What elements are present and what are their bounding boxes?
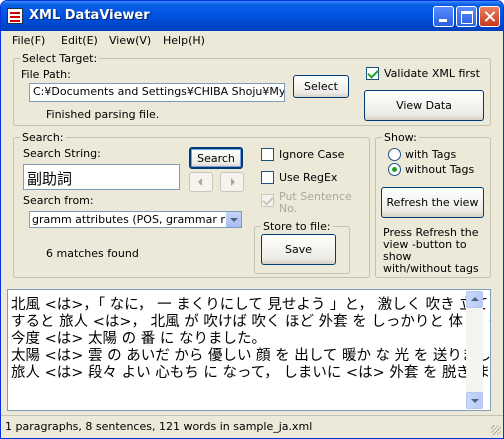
search-from-value: gramm attributes (POS, grammar note xyxy=(32,213,237,226)
arrow-right-icon xyxy=(231,178,235,186)
without-tags-radio[interactable] xyxy=(388,163,401,176)
search-button[interactable]: Search xyxy=(189,147,243,169)
arrow-left-icon xyxy=(198,178,202,186)
maximize-button[interactable] xyxy=(456,6,477,27)
minimize-button[interactable] xyxy=(433,6,454,27)
show-group-label: Show: xyxy=(382,131,419,144)
status-text: 1 paragraphs, 8 sentences, 121 words in … xyxy=(5,420,313,433)
next-match-button[interactable] xyxy=(220,172,244,192)
results-text-area[interactable]: 北風 <は>，「 なに， 一 まくりにして 見せよう 」と， 激しく 吹き 立て… xyxy=(7,289,491,411)
put-sentence-checkbox[interactable] xyxy=(261,194,274,207)
select-target-label: Select Target: xyxy=(20,52,100,65)
search-group-label: Search: xyxy=(20,131,66,144)
search-from-label: Search from: xyxy=(23,194,94,207)
view-data-button[interactable]: View Data xyxy=(364,90,484,121)
search-from-select[interactable]: gramm attributes (POS, grammar note xyxy=(29,211,242,228)
menu-file[interactable]: File(F) xyxy=(12,34,45,47)
search-string-input[interactable]: 副助詞 xyxy=(23,164,180,190)
status-bar: 1 paragraphs, 8 sentences, 121 words in … xyxy=(1,415,503,437)
menu-edit[interactable]: Edit(E) xyxy=(61,34,98,47)
use-regex-label: Use RegEx xyxy=(279,171,338,184)
parse-status-text: Finished parsing file. xyxy=(46,108,160,121)
save-button[interactable]: Save xyxy=(261,234,336,265)
result-line: 旅人 <は> 段々 よい 心もち に なって， しまいに <は> 外套 を 脱ぎ… xyxy=(11,365,491,381)
menu-bar: File(F) Edit(E) View(V) Help(H) xyxy=(4,32,500,50)
select-button[interactable]: Select xyxy=(293,75,349,98)
validate-xml-label: Validate XML first xyxy=(384,67,480,80)
title-bar[interactable]: XML DataViewer xyxy=(1,1,503,31)
scroll-down-button[interactable] xyxy=(466,392,483,409)
app-window: XML DataViewer File(F) Edit(E) View(V) H… xyxy=(0,0,504,439)
resize-grip-icon[interactable] xyxy=(491,425,501,435)
chevron-up-icon xyxy=(471,297,479,301)
ignore-case-label: Ignore Case xyxy=(279,148,345,161)
store-to-file-label: Store to file: xyxy=(261,220,333,233)
with-tags-label: with Tags xyxy=(405,148,457,161)
ignore-case-checkbox[interactable] xyxy=(261,148,274,161)
refresh-view-button[interactable]: Refresh the view xyxy=(381,187,484,218)
dropdown-button[interactable] xyxy=(225,212,241,227)
file-path-input[interactable]: C:¥Documents and Settings¥CHIBA Shoju¥My… xyxy=(29,83,285,102)
chevron-down-icon xyxy=(471,399,479,403)
app-icon xyxy=(7,8,23,24)
matches-found-text: 6 matches found xyxy=(46,247,139,260)
vertical-scrollbar[interactable] xyxy=(466,291,483,409)
menu-help[interactable]: Help(H) xyxy=(163,34,205,47)
use-regex-checkbox[interactable] xyxy=(261,171,274,184)
without-tags-label: without Tags xyxy=(405,163,475,176)
menu-view[interactable]: View(V) xyxy=(109,34,151,47)
close-button[interactable] xyxy=(479,6,500,27)
file-path-label: File Path: xyxy=(21,68,71,81)
refresh-help-text: Press Refresh the view -button to show w… xyxy=(383,226,479,275)
chevron-down-icon xyxy=(230,218,238,222)
validate-xml-checkbox[interactable] xyxy=(366,67,379,80)
window-title: XML DataViewer xyxy=(29,8,150,23)
previous-match-button[interactable] xyxy=(189,172,213,192)
search-string-label: Search String: xyxy=(23,147,101,160)
put-sentence-label: Put Sentence No. xyxy=(279,190,352,215)
scroll-up-button[interactable] xyxy=(466,291,483,308)
with-tags-radio[interactable] xyxy=(388,148,401,161)
